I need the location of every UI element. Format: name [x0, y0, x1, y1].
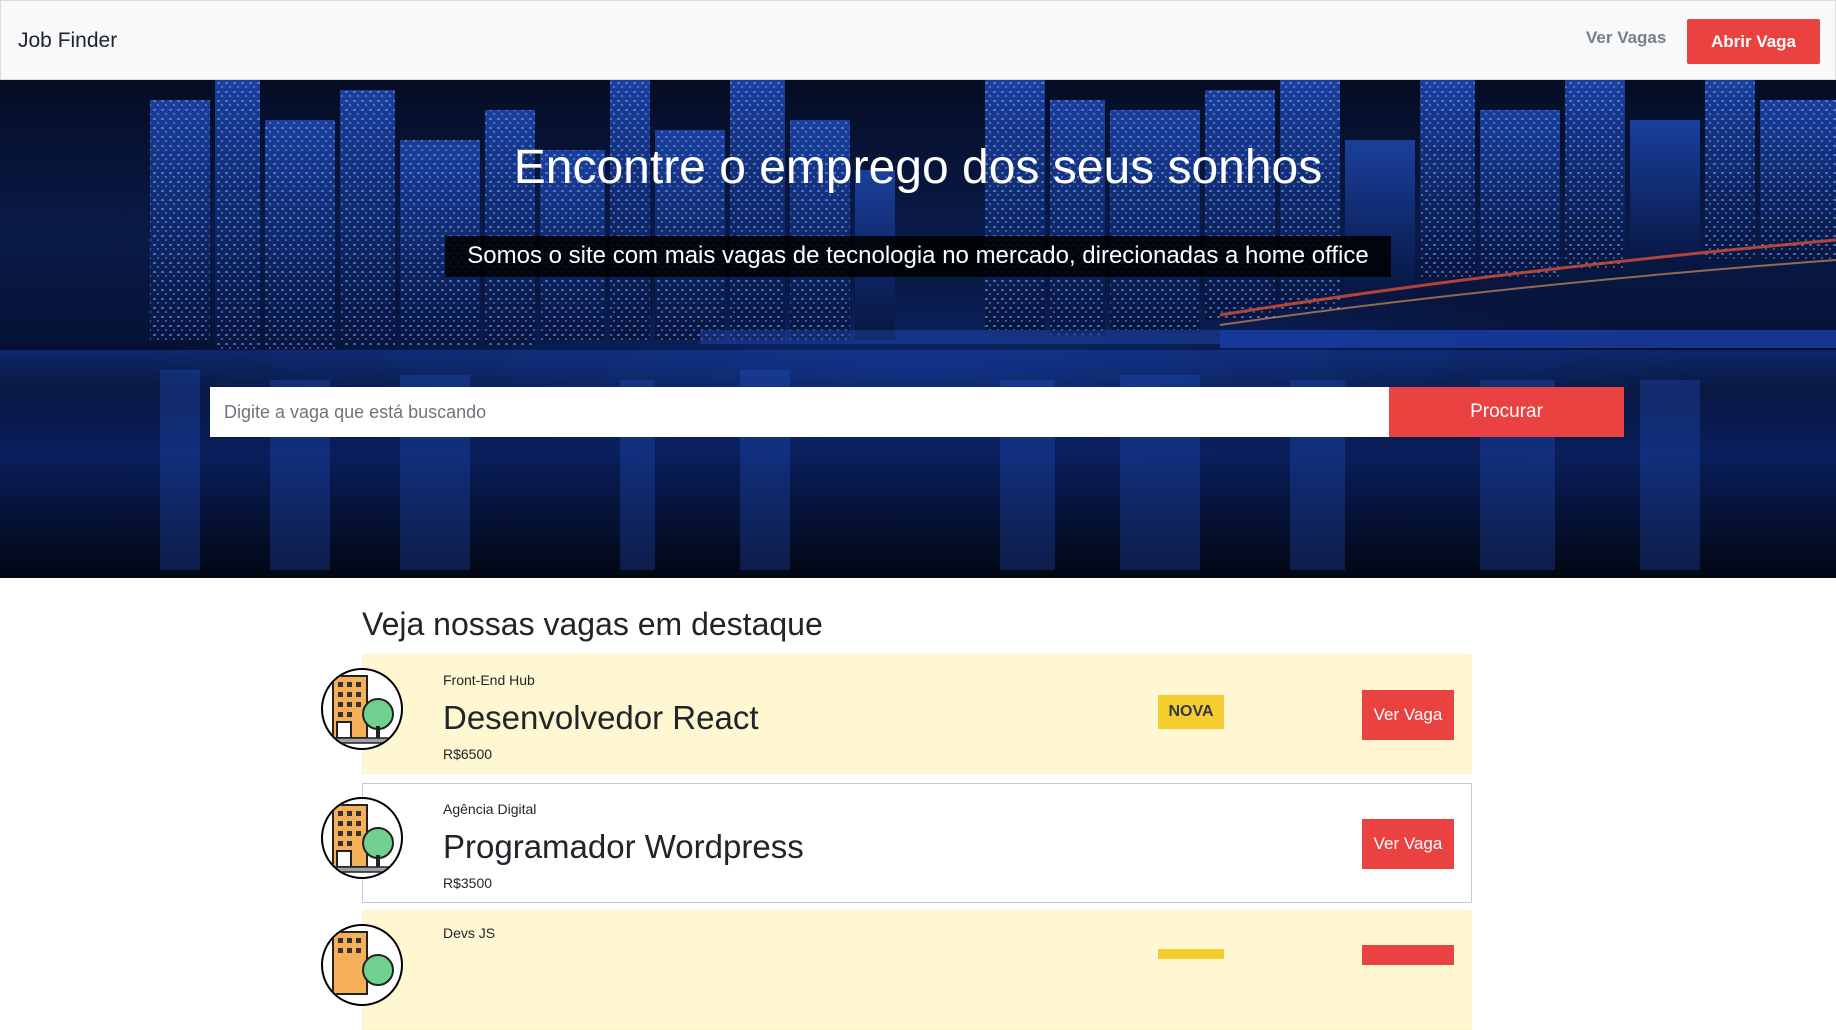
- hero-subtitle: Somos o site com mais vagas de tecnologi…: [445, 236, 1391, 277]
- job-card: Agência Digital Programador Wordpress R$…: [321, 783, 1472, 903]
- job-title: Desenvolvedor React: [443, 699, 759, 736]
- hero-banner: Encontre o emprego dos seus sonhos Somos…: [0, 80, 1836, 578]
- job-company: Agência Digital: [443, 801, 537, 817]
- building-tree-icon: [321, 668, 403, 750]
- job-salary: R$3500: [443, 875, 493, 891]
- brand-link[interactable]: Job Finder: [18, 29, 117, 53]
- navbar: Job Finder Ver Vagas Abrir Vaga: [0, 0, 1836, 80]
- featured-jobs-title: Veja nossas vagas em destaque: [362, 606, 823, 642]
- ver-vagas-link[interactable]: Ver Vagas: [1586, 28, 1666, 48]
- hero-title: Encontre o emprego dos seus sonhos: [513, 141, 1323, 194]
- abrir-vaga-button[interactable]: Abrir Vaga: [1687, 19, 1820, 64]
- job-search-input[interactable]: [210, 387, 1390, 437]
- new-badge: NOVA: [1158, 695, 1224, 729]
- ver-vaga-button[interactable]: Ver Vaga: [1362, 819, 1454, 869]
- ver-vaga-button[interactable]: Ver Vaga: [1362, 690, 1454, 740]
- ver-vaga-button[interactable]: [1362, 945, 1454, 965]
- building-tree-icon: [321, 797, 403, 879]
- job-card: Front-End Hub Desenvolvedor React R$6500…: [321, 654, 1472, 774]
- building-tree-icon: [321, 924, 403, 1006]
- new-badge: [1158, 949, 1224, 959]
- job-card: Devs JS: [321, 910, 1472, 1030]
- job-title: Programador Wordpress: [443, 828, 804, 865]
- job-company: Devs JS: [443, 925, 496, 941]
- job-company: Front-End Hub: [443, 672, 535, 688]
- procurar-button[interactable]: Procurar: [1389, 387, 1624, 437]
- job-salary: R$6500: [443, 746, 493, 762]
